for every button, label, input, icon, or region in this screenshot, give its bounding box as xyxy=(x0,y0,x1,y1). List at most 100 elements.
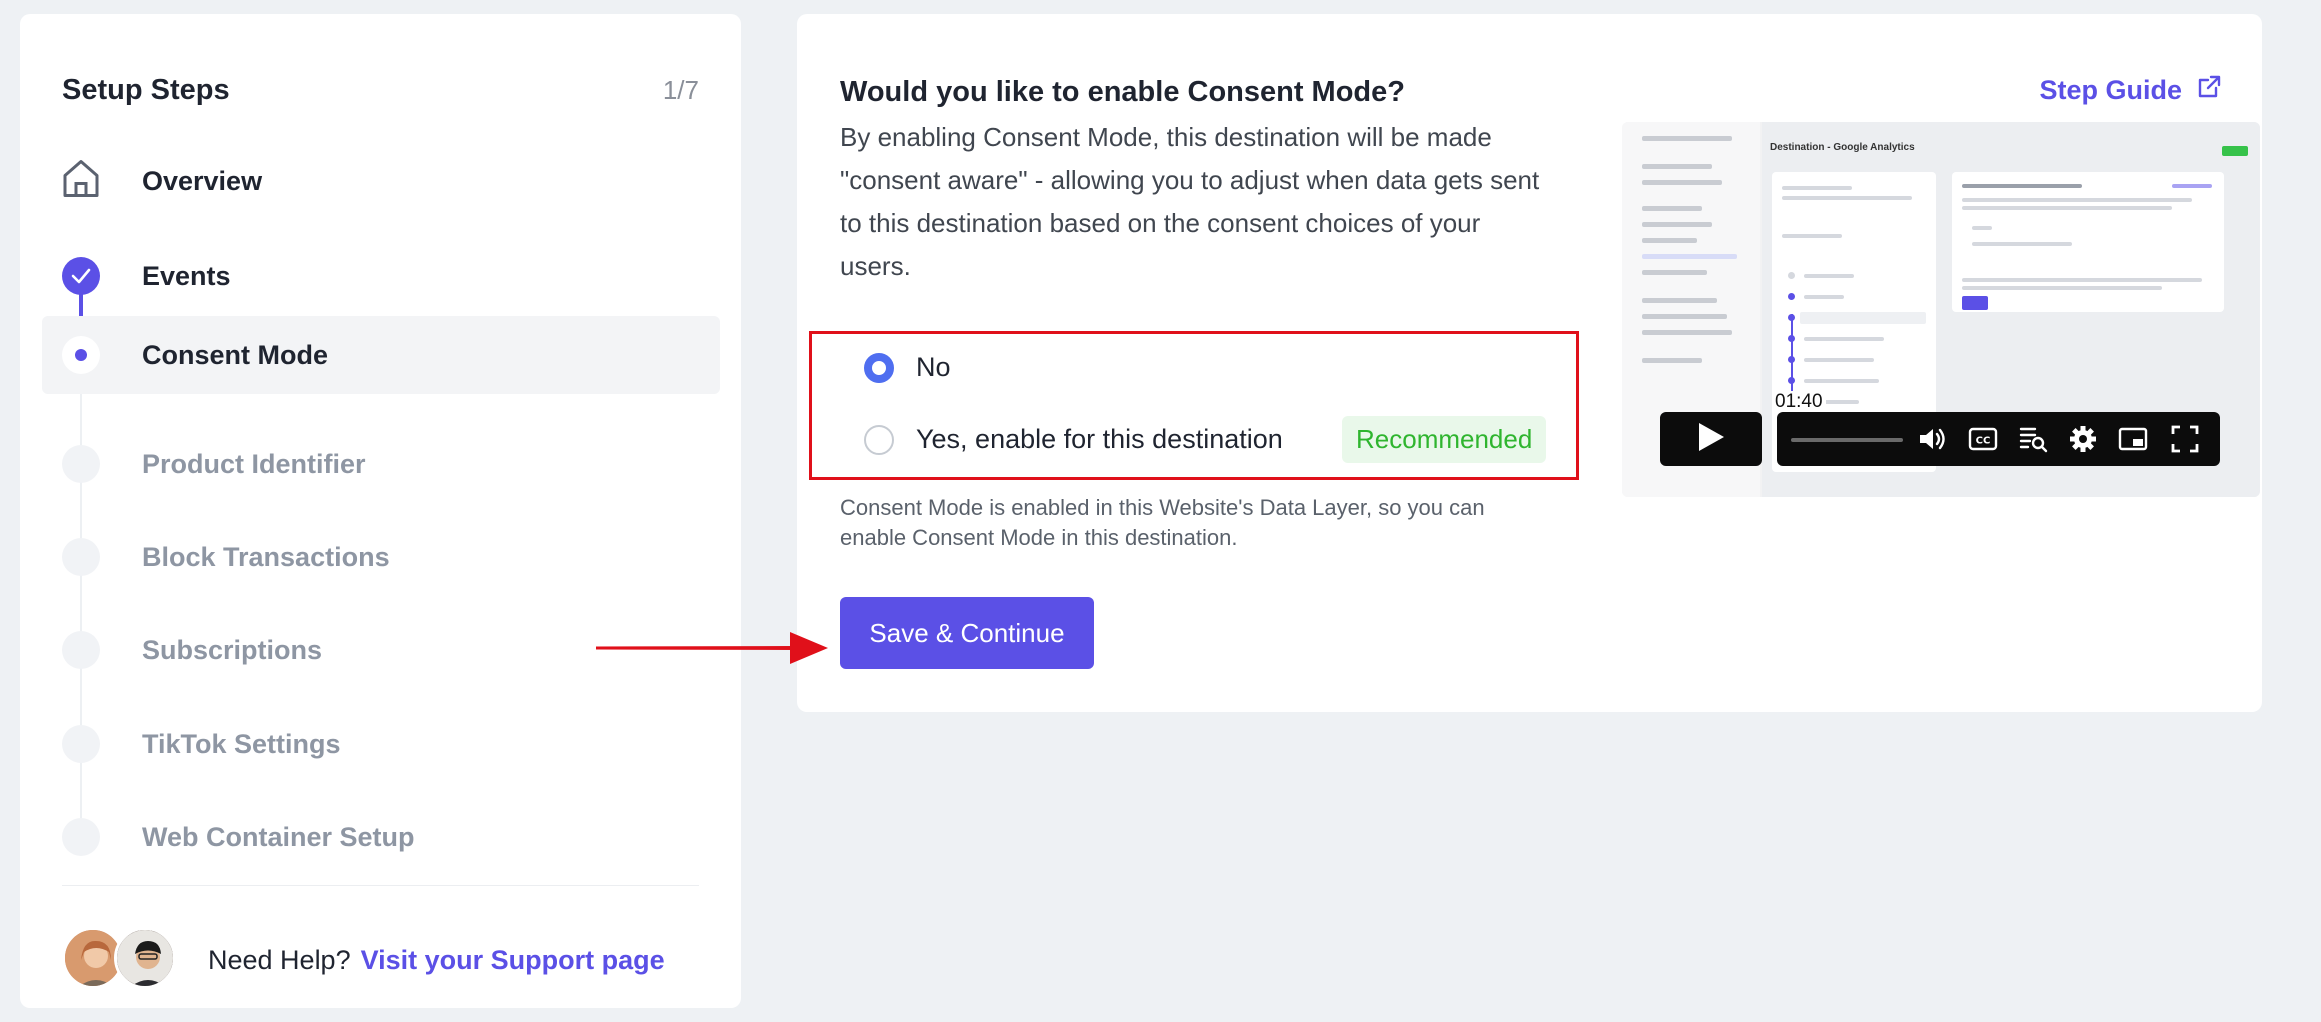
thumb-dot xyxy=(1788,314,1795,321)
option-label: No xyxy=(916,352,951,382)
thumb-line xyxy=(1962,206,2172,210)
thumb-line xyxy=(1782,196,1912,200)
step-guide-video[interactable]: Destination - Google Analytics 01:40 CC xyxy=(1622,122,2260,497)
external-link-icon xyxy=(2196,74,2222,107)
thumb-line xyxy=(1642,254,1737,259)
consent-options-group: No Yes, enable for this destination Reco… xyxy=(809,331,1579,480)
video-thumb-header: Destination - Google Analytics xyxy=(1770,142,1915,153)
step-label: Subscriptions xyxy=(142,634,323,665)
pip-icon[interactable] xyxy=(2117,424,2149,454)
pending-step-dot xyxy=(62,538,100,576)
setup-steps-sidebar: Setup Steps 1/7 Overview Events Consent … xyxy=(20,14,741,1008)
captions-icon[interactable]: CC xyxy=(1967,424,1999,454)
thumb-dot xyxy=(1788,356,1795,363)
help-section: Need Help? Visit your Support page xyxy=(62,927,665,993)
thumb-live-badge xyxy=(2222,146,2248,156)
thumb-line xyxy=(1642,314,1727,319)
radio-no[interactable] xyxy=(864,352,894,383)
step-events[interactable]: Events xyxy=(42,237,720,315)
step-counter: 1/7 xyxy=(662,75,699,105)
pending-step-dot xyxy=(62,725,100,763)
step-label: Events xyxy=(142,260,231,291)
thumb-line xyxy=(1782,186,1852,190)
playlist-icon[interactable] xyxy=(2017,424,2049,454)
step-label: Block Transactions xyxy=(142,541,390,572)
avatar xyxy=(114,927,176,989)
thumb-line xyxy=(2172,184,2212,188)
sidebar-header: Setup Steps 1/7 xyxy=(62,74,699,107)
thumb-line xyxy=(1962,198,2192,202)
thumb-line xyxy=(1962,184,2082,188)
support-page-link[interactable]: Visit your Support page xyxy=(361,945,665,976)
thumb-line xyxy=(1642,330,1732,335)
step-consent-mode[interactable]: Consent Mode xyxy=(42,316,720,394)
play-button[interactable] xyxy=(1660,412,1762,466)
play-icon xyxy=(1696,421,1726,458)
step-web-container-setup[interactable]: Web Container Setup xyxy=(42,798,720,876)
step-tiktok-settings[interactable]: TikTok Settings xyxy=(42,705,720,783)
annotation-arrow xyxy=(596,632,828,664)
question-title: Would you like to enable Consent Mode? xyxy=(840,76,1405,108)
thumb-line xyxy=(1642,136,1732,141)
radio-yes[interactable] xyxy=(864,424,894,455)
thumb-save-button xyxy=(1962,296,1988,310)
thumb-line xyxy=(1782,234,1842,238)
video-progress-bar[interactable] xyxy=(1791,438,1903,442)
thumb-line xyxy=(1804,274,1854,278)
thumb-line xyxy=(1972,242,2072,246)
thumb-line xyxy=(1962,278,2202,282)
thumb-line xyxy=(1804,379,1879,383)
thumb-line xyxy=(1642,298,1717,303)
step-label: Product Identifier xyxy=(142,448,366,479)
sidebar-title: Setup Steps xyxy=(62,74,230,106)
current-step-dot xyxy=(62,336,100,374)
thumb-line xyxy=(1642,206,1702,211)
thumb-question-panel xyxy=(1952,172,2224,312)
step-label: Web Container Setup xyxy=(142,821,415,852)
video-controls: CC xyxy=(1777,412,2220,466)
step-label: Overview xyxy=(142,165,263,196)
check-icon xyxy=(62,257,100,295)
description: By enabling Consent Mode, this destinati… xyxy=(840,122,1540,281)
step-product-identifier[interactable]: Product Identifier xyxy=(42,425,720,503)
thumb-line xyxy=(1972,226,1992,230)
thumb-dot xyxy=(1788,335,1795,342)
settings-icon[interactable] xyxy=(2067,424,2099,454)
pending-step-dot xyxy=(62,631,100,669)
volume-icon[interactable] xyxy=(1917,424,1949,454)
thumb-line xyxy=(1642,222,1712,227)
thumb-line xyxy=(1642,270,1707,275)
support-avatars xyxy=(62,927,180,993)
recommended-badge: Recommended xyxy=(1342,416,1547,463)
pending-step-dot xyxy=(62,818,100,856)
help-text: Need Help? xyxy=(208,944,351,975)
option-label: Yes, enable for this destination xyxy=(916,424,1283,454)
thumb-line xyxy=(1642,238,1697,243)
thumb-dot xyxy=(1788,293,1795,300)
step-block-transactions[interactable]: Block Transactions xyxy=(42,518,720,596)
step-label: Consent Mode xyxy=(142,339,328,370)
thumb-line xyxy=(1800,312,1926,324)
pending-step-dot xyxy=(62,445,100,483)
fullscreen-icon[interactable] xyxy=(2169,424,2201,454)
home-icon xyxy=(61,158,101,205)
thumb-line xyxy=(1804,295,1844,299)
thumb-dot xyxy=(1788,377,1795,384)
thumb-line xyxy=(1642,180,1722,185)
step-overview[interactable]: Overview xyxy=(42,142,720,220)
save-continue-button[interactable]: Save & Continue xyxy=(840,597,1094,669)
video-timestamp: 01:40 xyxy=(1772,391,1826,413)
thumb-line xyxy=(1804,337,1884,341)
option-yes[interactable]: Yes, enable for this destination xyxy=(864,424,1283,455)
thumb-line xyxy=(1642,358,1702,363)
thumb-dot xyxy=(1788,272,1795,279)
step-guide-label: Step Guide xyxy=(2039,75,2182,105)
option-no[interactable]: No xyxy=(864,352,951,383)
thumb-line xyxy=(1642,164,1712,169)
svg-text:CC: CC xyxy=(1976,436,1991,447)
step-label: TikTok Settings xyxy=(142,728,341,759)
consent-note: Consent Mode is enabled in this Website'… xyxy=(840,495,1485,550)
thumb-line xyxy=(1804,358,1874,362)
divider xyxy=(62,885,699,886)
step-guide-link[interactable]: Step Guide xyxy=(2039,74,2222,107)
